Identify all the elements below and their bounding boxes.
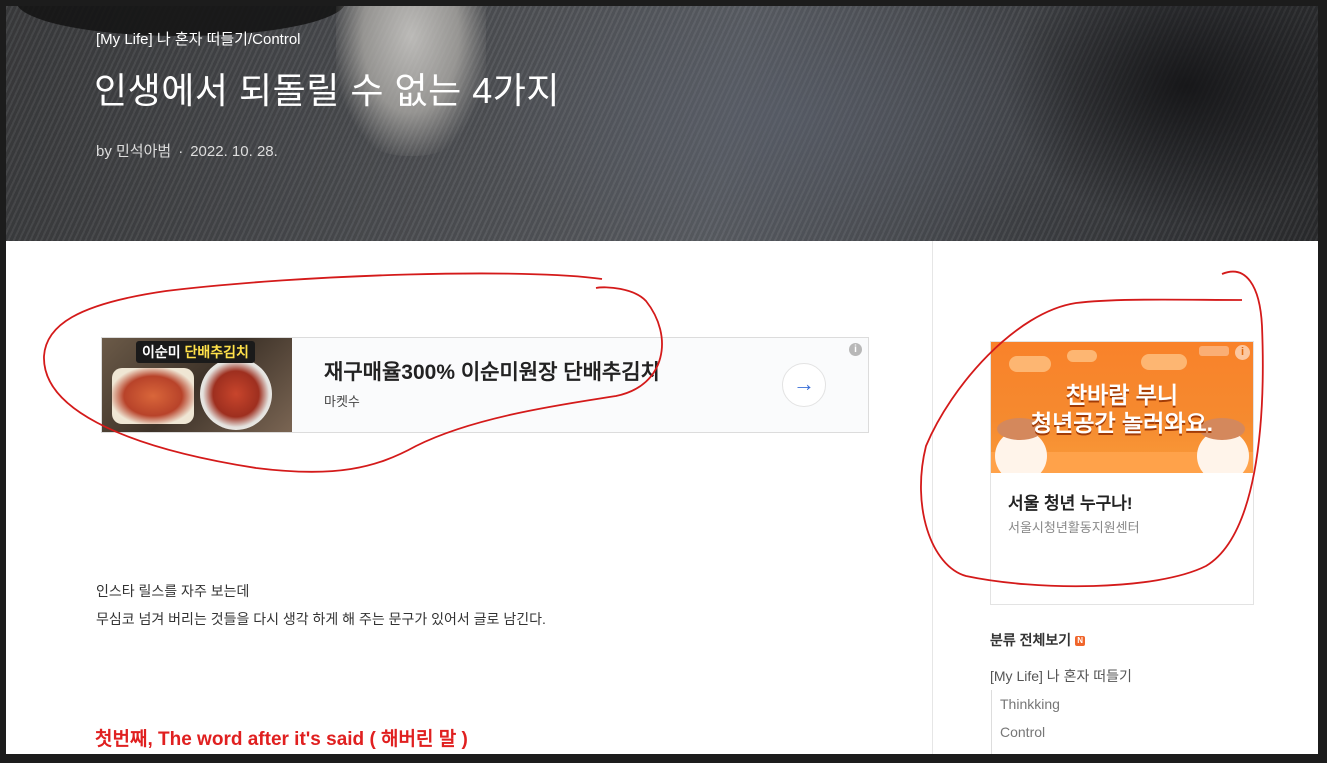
post-paragraph: 무심코 넘겨 버리는 것들을 다시 생각 하게 해 주는 문구가 있어서 글로 … bbox=[96, 611, 546, 627]
ad-advertiser: 마켓수 bbox=[324, 394, 360, 409]
sidebar-ad-card[interactable]: 찬바람 부니 청년공간 놀러와요. i 서울 청년 누구나! 서울시청년활동지원… bbox=[990, 341, 1254, 605]
banner-text-line2: 청년공간 놀러와요. bbox=[1030, 410, 1214, 436]
post-meta: by 민석아범 · 2022. 10. 28. bbox=[96, 140, 278, 161]
post-hero-header: [My Life] 나 혼자 떠들기/Control 인생에서 되돌릴 수 없는… bbox=[6, 6, 1318, 241]
sidebar-category-thinkking[interactable]: Thinkking bbox=[1000, 696, 1060, 712]
post-title: 인생에서 되돌릴 수 없는 4가지 bbox=[94, 70, 560, 111]
cloud-shape bbox=[1141, 354, 1187, 370]
sidebar-category-my-life[interactable]: [My Life] 나 혼자 떠들기 bbox=[990, 666, 1132, 686]
info-icon[interactable]: i bbox=[849, 343, 862, 356]
post-paragraph: 인스타 릴스를 자주 보는데 bbox=[96, 583, 250, 599]
sidebar-category-control[interactable]: Control bbox=[1000, 724, 1045, 740]
banner-logo bbox=[1199, 346, 1229, 356]
category-heading[interactable]: 분류 전체보기 N bbox=[990, 630, 1086, 650]
category-heading-label: 분류 전체보기 bbox=[990, 632, 1072, 648]
ad-thumbnail-badge: 이순미 단배추김치 bbox=[136, 341, 255, 363]
ad-thumbnail-badge-name: 이순미 bbox=[142, 344, 181, 360]
main-ad-card[interactable]: 이순미 단배추김치 재구매율300% 이순미원장 단배추김치 마켓수 → i bbox=[101, 337, 869, 433]
ad-headline[interactable]: 재구매율300% 이순미원장 단배추김치 bbox=[324, 356, 660, 386]
ad-thumbnail-dish-right bbox=[200, 358, 272, 430]
sidebar-divider bbox=[932, 241, 933, 754]
new-badge-icon: N bbox=[1075, 636, 1086, 647]
sidebar-ad-advertiser: 서울시청년활동지원센터 bbox=[1008, 520, 1140, 535]
sidebar-ad-banner[interactable]: 찬바람 부니 청년공간 놀러와요. i bbox=[991, 342, 1253, 473]
ad-thumbnail-badge-product: 단배추김치 bbox=[184, 344, 249, 360]
section-heading: 첫번째, The word after it's said ( 해버린 말 ) bbox=[95, 729, 468, 750]
ad-thumbnail-dish-left bbox=[112, 368, 194, 424]
meta-separator: · bbox=[178, 143, 184, 160]
post-author[interactable]: by 민석아범 bbox=[96, 143, 171, 160]
post-date: 2022. 10. 28. bbox=[190, 143, 278, 160]
cloud-shape bbox=[1009, 356, 1051, 372]
arrow-right-icon[interactable]: → bbox=[782, 363, 826, 407]
subcategory-guide-line bbox=[991, 690, 992, 754]
post-category-link[interactable]: [My Life] 나 혼자 떠들기/Control bbox=[96, 28, 301, 49]
page-frame: [My Life] 나 혼자 떠들기/Control 인생에서 되돌릴 수 없는… bbox=[6, 6, 1318, 754]
ad-thumbnail-image[interactable]: 이순미 단배추김치 bbox=[102, 338, 292, 432]
sidebar-ad-title[interactable]: 서울 청년 누구나! bbox=[1008, 489, 1133, 514]
cloud-shape bbox=[1067, 350, 1097, 362]
info-icon[interactable]: i bbox=[1235, 345, 1250, 360]
